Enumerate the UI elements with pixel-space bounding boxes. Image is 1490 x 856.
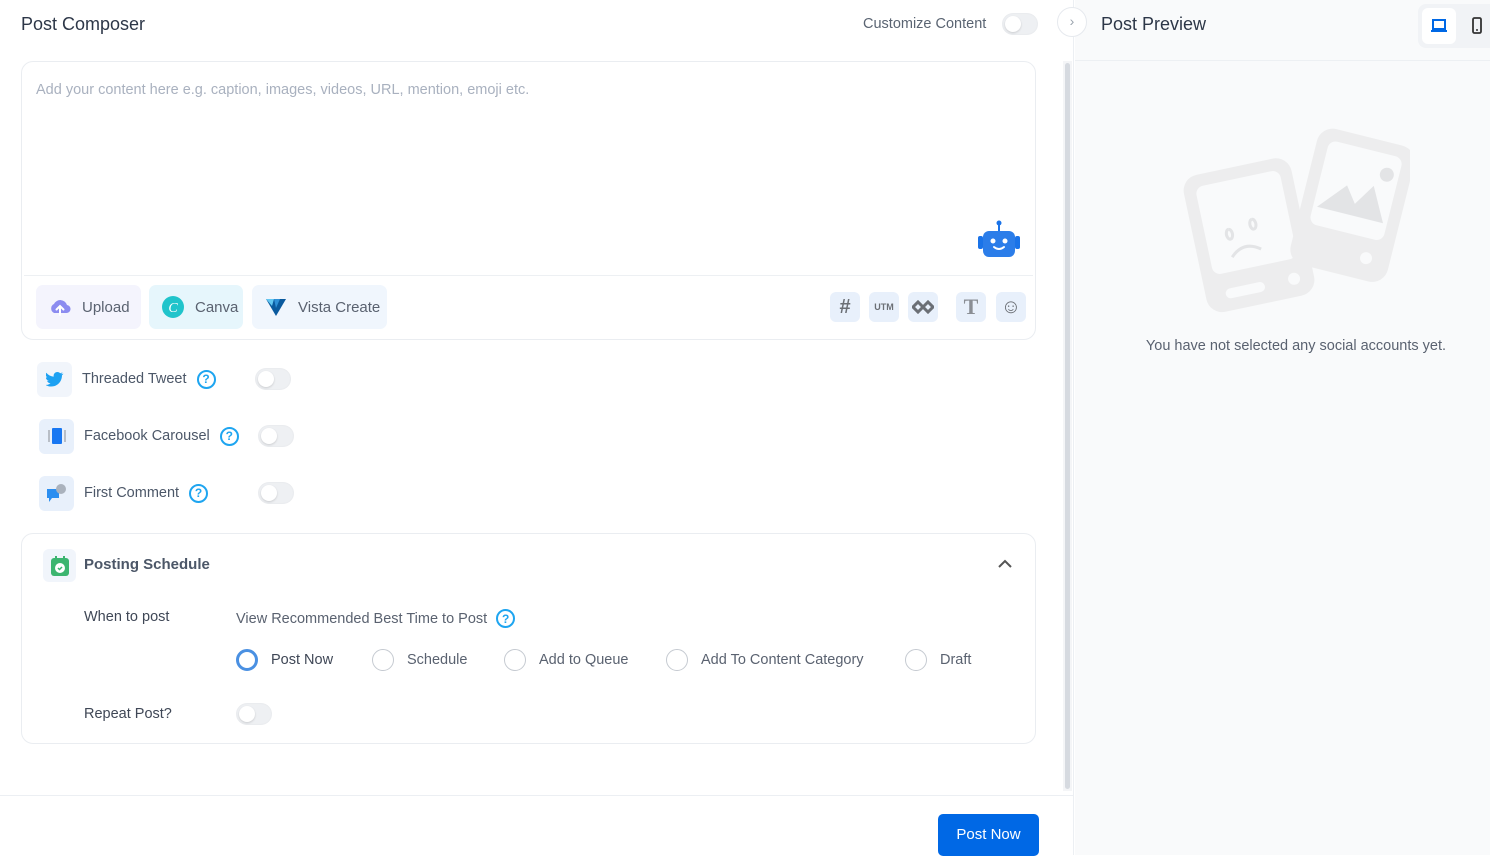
- threaded-tweet-label: Threaded Tweet: [82, 371, 187, 387]
- help-icon[interactable]: ?: [196, 369, 216, 389]
- feature-threaded-tweet: Threaded Tweet ?: [37, 361, 216, 397]
- upload-label: Upload: [82, 298, 130, 316]
- feature-first-comment: First Comment ?: [39, 475, 209, 511]
- radio-add-to-content-category[interactable]: Add To Content Category: [666, 649, 864, 671]
- empty-state-illustration: [1180, 125, 1415, 320]
- upload-cloud-icon: [51, 300, 71, 316]
- vista-create-label: Vista Create: [298, 298, 381, 316]
- link-shortener-button[interactable]: [908, 292, 938, 322]
- customize-content-label: Customize Content: [863, 16, 987, 32]
- radio-label: Add to Queue: [539, 652, 629, 668]
- recommended-time-link[interactable]: View Recommended Best Time to Post ?: [236, 609, 516, 628]
- scrollbar-thumb[interactable]: [1065, 63, 1070, 789]
- radio-draft[interactable]: Draft: [905, 649, 971, 671]
- customize-content-toggle[interactable]: [1002, 13, 1038, 35]
- recommended-time-text[interactable]: View Recommended Best Time to Post: [236, 611, 487, 627]
- calendar-clock-icon: [43, 549, 76, 582]
- composer-scrollbar[interactable]: [1063, 61, 1072, 791]
- content-editor[interactable]: Add your content here e.g. caption, imag…: [21, 61, 1036, 340]
- utm-icon: UTM: [874, 302, 894, 312]
- radio-circle[interactable]: [236, 649, 258, 671]
- desktop-view-button[interactable]: [1422, 8, 1456, 44]
- radio-circle[interactable]: [504, 649, 526, 671]
- link-shortener-icon: [912, 300, 934, 314]
- radio-schedule[interactable]: Schedule: [372, 649, 467, 671]
- radio-label: Draft: [940, 652, 972, 668]
- canva-icon: C: [162, 296, 184, 318]
- editor-placeholder[interactable]: Add your content here e.g. caption, imag…: [36, 82, 529, 98]
- ai-assistant-robot-icon[interactable]: [976, 220, 1022, 267]
- svg-text:C: C: [168, 301, 178, 316]
- canva-button[interactable]: C Canva: [149, 285, 243, 329]
- collapse-preview-button[interactable]: ›: [1057, 7, 1087, 37]
- text-format-icon: T: [963, 294, 979, 319]
- feature-facebook-carousel: Facebook Carousel ?: [39, 418, 239, 454]
- when-to-post-label: When to post: [84, 609, 170, 625]
- posting-schedule-title: Posting Schedule: [84, 556, 210, 573]
- hashtag-icon: #: [839, 295, 851, 318]
- device-toggle: [1418, 4, 1490, 48]
- mobile-view-button[interactable]: [1460, 8, 1490, 44]
- radio-add-to-queue[interactable]: Add to Queue: [504, 649, 629, 671]
- laptop-icon: [1431, 19, 1447, 32]
- radio-circle[interactable]: [666, 649, 688, 671]
- vista-create-button[interactable]: Vista Create: [252, 285, 387, 329]
- post-preview-panel: Post Preview You have not selected any s…: [1075, 0, 1490, 855]
- editor-divider: [24, 275, 1033, 276]
- repeat-post-label: Repeat Post?: [84, 706, 172, 722]
- chevron-up-icon[interactable]: [997, 556, 1013, 574]
- comment-icon: [39, 475, 74, 511]
- emoji-icon: ☺: [1000, 295, 1022, 318]
- post-composer-panel: Post Composer Customize Content Add your…: [0, 0, 1074, 856]
- text-format-button[interactable]: T: [956, 292, 986, 322]
- help-icon[interactable]: ?: [219, 426, 239, 446]
- mobile-icon: [1472, 17, 1482, 34]
- radio-label: Add To Content Category: [701, 652, 864, 668]
- preview-title: Post Preview: [1101, 14, 1207, 34]
- carousel-icon: [39, 418, 74, 454]
- empty-state-message: You have not selected any social account…: [1145, 338, 1447, 354]
- twitter-icon: [37, 361, 72, 397]
- posting-schedule-section: Posting Schedule When to post View Recom…: [21, 533, 1036, 744]
- upload-button[interactable]: Upload: [36, 285, 141, 329]
- first-comment-toggle[interactable]: [258, 482, 294, 504]
- composer-footer: Post Now: [0, 795, 1074, 856]
- radio-circle[interactable]: [372, 649, 394, 671]
- utm-button[interactable]: UTM: [869, 292, 899, 322]
- radio-label: Post Now: [271, 652, 334, 668]
- post-now-button[interactable]: Post Now: [938, 814, 1039, 856]
- hashtag-button[interactable]: #: [830, 292, 860, 322]
- emoji-button[interactable]: ☺: [996, 292, 1026, 322]
- facebook-carousel-label: Facebook Carousel: [84, 428, 210, 444]
- radio-label: Schedule: [407, 652, 468, 668]
- vista-create-icon: [266, 299, 286, 316]
- radio-circle[interactable]: [905, 649, 927, 671]
- help-icon[interactable]: ?: [189, 483, 209, 503]
- help-icon[interactable]: ?: [496, 609, 516, 628]
- radio-post-now[interactable]: Post Now: [236, 649, 333, 671]
- composer-title: Post Composer: [21, 14, 146, 34]
- canva-label: Canva: [195, 298, 239, 316]
- first-comment-label: First Comment: [84, 485, 180, 501]
- repeat-post-toggle[interactable]: [236, 703, 272, 725]
- threaded-tweet-toggle[interactable]: [255, 368, 291, 390]
- facebook-carousel-toggle[interactable]: [258, 425, 294, 447]
- preview-header-divider: [1075, 60, 1490, 61]
